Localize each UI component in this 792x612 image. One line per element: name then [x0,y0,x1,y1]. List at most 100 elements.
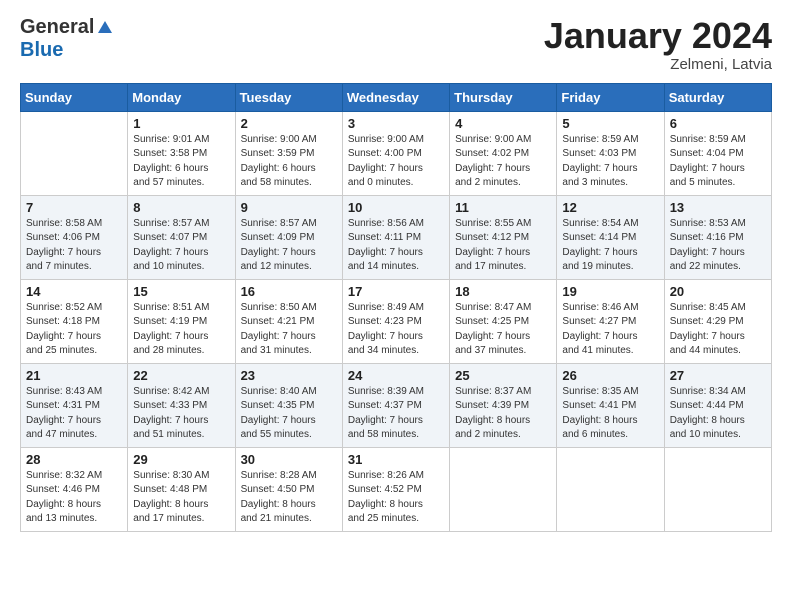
day-cell: 20 Sunrise: 8:45 AM Sunset: 4:29 PM Dayli… [664,279,771,363]
day-cell: 29 Sunrise: 8:30 AM Sunset: 4:48 PM Dayli… [128,447,235,531]
day-info: Sunrise: 8:53 AM Sunset: 4:16 PM Dayligh… [670,217,766,275]
day-info: Sunrise: 8:34 AM Sunset: 4:44 PM Dayligh… [670,385,766,443]
day-number: 29 [133,452,229,467]
day-cell: 23Sunrise: 8:40 AM Sunset: 4:35 PM Dayli… [235,363,342,447]
day-cell: 7 Sunrise: 8:58 AM Sunset: 4:06 PM Daylig… [21,195,128,279]
day-cell: 8 Sunrise: 8:57 AM Sunset: 4:07 PM Daylig… [128,195,235,279]
week-row-5: 28Sunrise: 8:32 AM Sunset: 4:46 PM Dayli… [21,447,772,531]
logo-general-text: General [20,16,94,39]
day-number: 22 [133,368,229,383]
col-header-saturday: Saturday [664,83,771,111]
day-info: Sunrise: 8:37 AM Sunset: 4:39 PM Dayligh… [455,385,551,443]
day-cell [450,447,557,531]
day-number: 7 [26,200,122,215]
calendar-table: SundayMondayTuesdayWednesdayThursdayFrid… [20,83,772,532]
day-number: 9 [241,200,337,215]
day-info: Sunrise: 8:35 AM Sunset: 4:41 PM Dayligh… [562,385,658,443]
day-cell: 16 Sunrise: 8:50 AM Sunset: 4:21 PM Dayli… [235,279,342,363]
day-info: Sunrise: 8:49 AM Sunset: 4:23 PM Dayligh… [348,301,444,359]
day-cell: 5 Sunrise: 8:59 AM Sunset: 4:03 PM Daylig… [557,111,664,195]
day-info: Sunrise: 8:39 AM Sunset: 4:37 PM Dayligh… [348,385,444,443]
day-info: Sunrise: 8:57 AM Sunset: 4:07 PM Dayligh… [133,217,229,275]
day-number: 5 [562,116,658,131]
day-info: Sunrise: 9:00 AM Sunset: 4:02 PM Dayligh… [455,133,551,191]
day-number: 19 [562,284,658,299]
day-info: Sunrise: 8:42 AM Sunset: 4:33 PM Dayligh… [133,385,229,443]
day-info: Sunrise: 8:47 AM Sunset: 4:25 PM Dayligh… [455,301,551,359]
col-header-monday: Monday [128,83,235,111]
day-info: Sunrise: 8:30 AM Sunset: 4:48 PM Dayligh… [133,469,229,527]
day-cell: 18 Sunrise: 8:47 AM Sunset: 4:25 PM Dayli… [450,279,557,363]
day-info: Sunrise: 8:57 AM Sunset: 4:09 PM Dayligh… [241,217,337,275]
col-header-friday: Friday [557,83,664,111]
day-cell: 17 Sunrise: 8:49 AM Sunset: 4:23 PM Dayli… [342,279,449,363]
day-cell: 19 Sunrise: 8:46 AM Sunset: 4:27 PM Dayli… [557,279,664,363]
day-cell: 15Sunrise: 8:51 AM Sunset: 4:19 PM Dayli… [128,279,235,363]
day-cell: 25 Sunrise: 8:37 AM Sunset: 4:39 PM Dayli… [450,363,557,447]
day-info: Sunrise: 8:28 AM Sunset: 4:50 PM Dayligh… [241,469,337,527]
day-number: 18 [455,284,551,299]
day-number: 6 [670,116,766,131]
day-number: 21 [26,368,122,383]
header-row: SundayMondayTuesdayWednesdayThursdayFrid… [21,83,772,111]
week-row-2: 7 Sunrise: 8:58 AM Sunset: 4:06 PM Daylig… [21,195,772,279]
day-cell: 24 Sunrise: 8:39 AM Sunset: 4:37 PM Dayli… [342,363,449,447]
day-number: 1 [133,116,229,131]
location: Zelmeni, Latvia [544,56,772,73]
day-number: 3 [348,116,444,131]
day-cell [664,447,771,531]
day-info: Sunrise: 8:52 AM Sunset: 4:18 PM Dayligh… [26,301,122,359]
week-row-3: 14 Sunrise: 8:52 AM Sunset: 4:18 PM Dayli… [21,279,772,363]
logo-icon [96,19,114,37]
day-cell: 31 Sunrise: 8:26 AM Sunset: 4:52 PM Dayli… [342,447,449,531]
day-number: 17 [348,284,444,299]
day-cell: 3Sunrise: 9:00 AM Sunset: 4:00 PM Daylig… [342,111,449,195]
day-cell: 14 Sunrise: 8:52 AM Sunset: 4:18 PM Dayli… [21,279,128,363]
day-cell: 26 Sunrise: 8:35 AM Sunset: 4:41 PM Dayli… [557,363,664,447]
month-title: January 2024 [544,16,772,56]
day-number: 10 [348,200,444,215]
day-cell: 13Sunrise: 8:53 AM Sunset: 4:16 PM Dayli… [664,195,771,279]
day-info: Sunrise: 8:45 AM Sunset: 4:29 PM Dayligh… [670,301,766,359]
week-row-4: 21 Sunrise: 8:43 AM Sunset: 4:31 PM Dayli… [21,363,772,447]
day-cell [557,447,664,531]
day-info: Sunrise: 8:26 AM Sunset: 4:52 PM Dayligh… [348,469,444,527]
header: General Blue January 2024 Zelmeni, Latvi… [20,16,772,73]
day-number: 31 [348,452,444,467]
day-info: Sunrise: 8:58 AM Sunset: 4:06 PM Dayligh… [26,217,122,275]
day-info: Sunrise: 8:54 AM Sunset: 4:14 PM Dayligh… [562,217,658,275]
day-info: Sunrise: 8:59 AM Sunset: 4:03 PM Dayligh… [562,133,658,191]
day-number: 25 [455,368,551,383]
day-number: 8 [133,200,229,215]
day-cell: 6Sunrise: 8:59 AM Sunset: 4:04 PM Daylig… [664,111,771,195]
day-cell: 10Sunrise: 8:56 AM Sunset: 4:11 PM Dayli… [342,195,449,279]
col-header-tuesday: Tuesday [235,83,342,111]
day-info: Sunrise: 8:43 AM Sunset: 4:31 PM Dayligh… [26,385,122,443]
day-cell: 21 Sunrise: 8:43 AM Sunset: 4:31 PM Dayli… [21,363,128,447]
day-number: 4 [455,116,551,131]
day-number: 24 [348,368,444,383]
day-info: Sunrise: 8:50 AM Sunset: 4:21 PM Dayligh… [241,301,337,359]
day-cell: 22 Sunrise: 8:42 AM Sunset: 4:33 PM Dayli… [128,363,235,447]
day-info: Sunrise: 8:46 AM Sunset: 4:27 PM Dayligh… [562,301,658,359]
col-header-wednesday: Wednesday [342,83,449,111]
day-cell: 9 Sunrise: 8:57 AM Sunset: 4:09 PM Daylig… [235,195,342,279]
week-row-1: 1Sunrise: 9:01 AM Sunset: 3:58 PM Daylig… [21,111,772,195]
day-info: Sunrise: 8:40 AM Sunset: 4:35 PM Dayligh… [241,385,337,443]
day-cell: 28Sunrise: 8:32 AM Sunset: 4:46 PM Dayli… [21,447,128,531]
day-info: Sunrise: 8:32 AM Sunset: 4:46 PM Dayligh… [26,469,122,527]
day-number: 14 [26,284,122,299]
day-cell [21,111,128,195]
day-number: 16 [241,284,337,299]
day-number: 20 [670,284,766,299]
day-number: 30 [241,452,337,467]
day-cell: 27 Sunrise: 8:34 AM Sunset: 4:44 PM Dayli… [664,363,771,447]
day-number: 27 [670,368,766,383]
day-number: 26 [562,368,658,383]
day-info: Sunrise: 8:55 AM Sunset: 4:12 PM Dayligh… [455,217,551,275]
day-number: 12 [562,200,658,215]
day-info: Sunrise: 8:51 AM Sunset: 4:19 PM Dayligh… [133,301,229,359]
logo-blue-text: Blue [20,39,63,62]
day-cell: 2Sunrise: 9:00 AM Sunset: 3:59 PM Daylig… [235,111,342,195]
page: General Blue January 2024 Zelmeni, Latvi… [0,0,792,612]
